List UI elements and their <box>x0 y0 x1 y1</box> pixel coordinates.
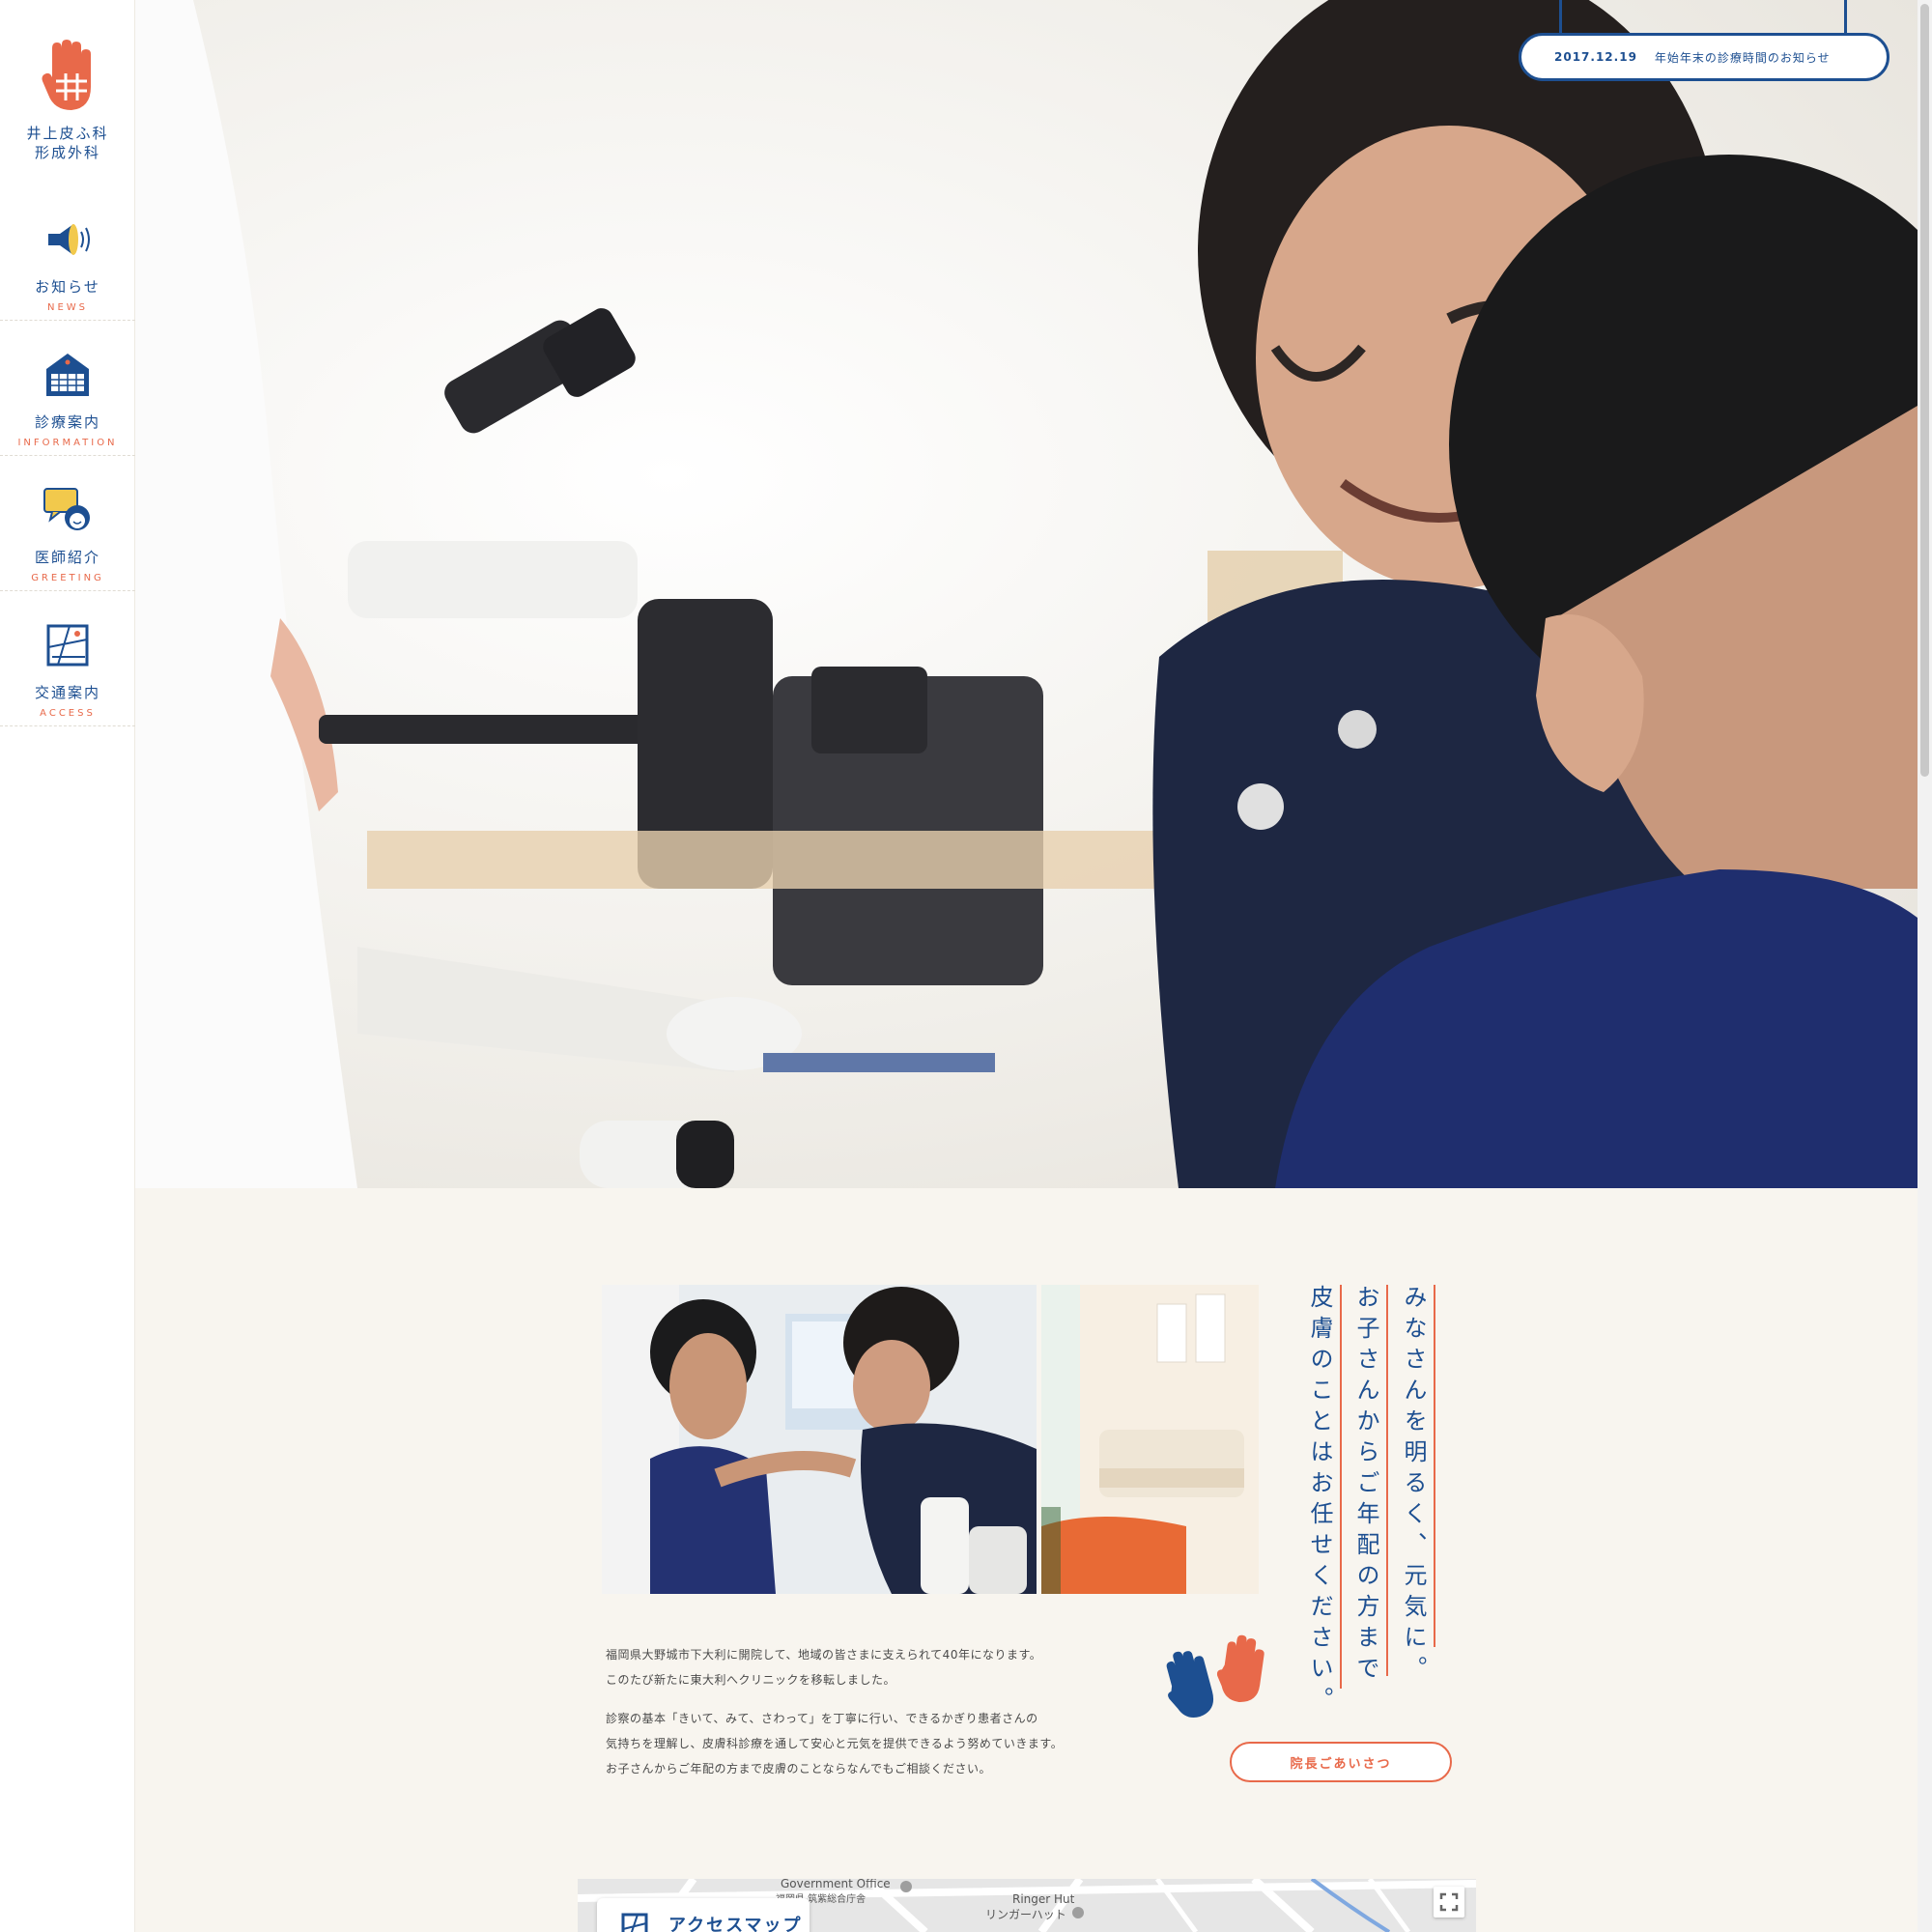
tagline-line-3: 皮膚のことはお任せください。 <box>1306 1285 1333 1718</box>
map-info-card[interactable]: アクセスマップ <box>597 1898 810 1932</box>
intro-text: 福岡県大野城市下大利に開院して、地域の皆さまに支えられて40年になります。 この… <box>606 1642 1108 1795</box>
map-fullscreen-button[interactable] <box>1434 1887 1464 1918</box>
nav-label-en: ACCESS <box>40 708 96 719</box>
map-label-government-office: Government Office <box>781 1879 891 1890</box>
access-map[interactable]: Government Office 福岡県 筑紫総合庁舎 Ringer Hut … <box>578 1879 1476 1932</box>
page-scrollbar[interactable] <box>1918 0 1932 1932</box>
scrollbar-thumb[interactable] <box>1920 4 1929 777</box>
news-title: 年始年末の診療時間のお知らせ <box>1654 50 1831 65</box>
map-card-title: アクセスマップ <box>668 1916 803 1932</box>
intro-photo-consultation <box>602 1285 1037 1594</box>
hero-photo <box>135 0 1918 1188</box>
tagline-rule-3 <box>1340 1285 1342 1689</box>
intro-photo-waiting-room <box>1041 1285 1259 1594</box>
nav-label-en: GREETING <box>31 573 104 583</box>
hand-logo-icon <box>42 40 91 110</box>
tagline-line-2: お子さんからご年配の方まで <box>1352 1285 1379 1687</box>
news-ticker[interactable]: 2017.12.19 年始年末の診療時間のお知らせ <box>1519 33 1889 81</box>
nav-item-access[interactable]: 交通案内 ACCESS <box>0 591 135 726</box>
nav-item-information[interactable]: 診療案内 INFORMATION <box>0 321 135 456</box>
nav-label-en: NEWS <box>46 302 89 313</box>
nav-label-jp: 交通案内 <box>34 684 100 701</box>
tagline-line-1: みなさんを明るく、元気に。 <box>1400 1285 1427 1687</box>
main-nav: お知らせ NEWS 診療案内 INFORMATION 医師紹介 GREETING… <box>0 185 135 726</box>
intro-paragraph-1: 福岡県大野城市下大利に開院して、地域の皆さまに支えられて40年になります。 この… <box>606 1648 1042 1687</box>
nav-label-jp: 診療案内 <box>34 413 100 431</box>
fullscreen-icon <box>1439 1892 1459 1912</box>
clinic-name: 井上皮ふ科 形成外科 <box>26 125 109 161</box>
sidebar: 井上皮ふ科 形成外科 お知らせ NEWS 診療案内 INFORMATION 医師… <box>0 0 135 1932</box>
megaphone-icon <box>48 224 90 255</box>
nav-item-greeting[interactable]: 医師紹介 GREETING <box>0 456 135 591</box>
hero-scene <box>135 0 1918 1188</box>
greeting-button[interactable]: 院長ごあいさつ <box>1230 1742 1452 1782</box>
map-label-ringer-hut-jp: リンガーハット <box>985 1908 1066 1921</box>
tagline-rule-2 <box>1386 1285 1388 1676</box>
nav-label-jp: 医師紹介 <box>34 549 100 566</box>
map-icon <box>621 1913 648 1932</box>
clinic-logo[interactable]: 井上皮ふ科 形成外科 <box>0 39 135 162</box>
nav-label-en: INFORMATION <box>17 438 118 448</box>
calendar-icon <box>46 354 89 396</box>
news-date: 2017.12.19 <box>1554 50 1637 64</box>
waving-hands-icon <box>1166 1634 1264 1718</box>
tagline-rule-1 <box>1434 1285 1435 1647</box>
doctor-speech-icon <box>43 488 90 530</box>
nav-label-jp: お知らせ <box>35 278 100 296</box>
intro-paragraph-2: 診察の基本「きいて、みて、さわって」を丁寧に行い、できるかぎり患者さんの 気持ち… <box>606 1712 1064 1776</box>
map-icon <box>46 624 89 667</box>
map-label-ringer-hut: Ringer Hut <box>1012 1892 1075 1906</box>
nav-item-news[interactable]: お知らせ NEWS <box>0 185 135 321</box>
